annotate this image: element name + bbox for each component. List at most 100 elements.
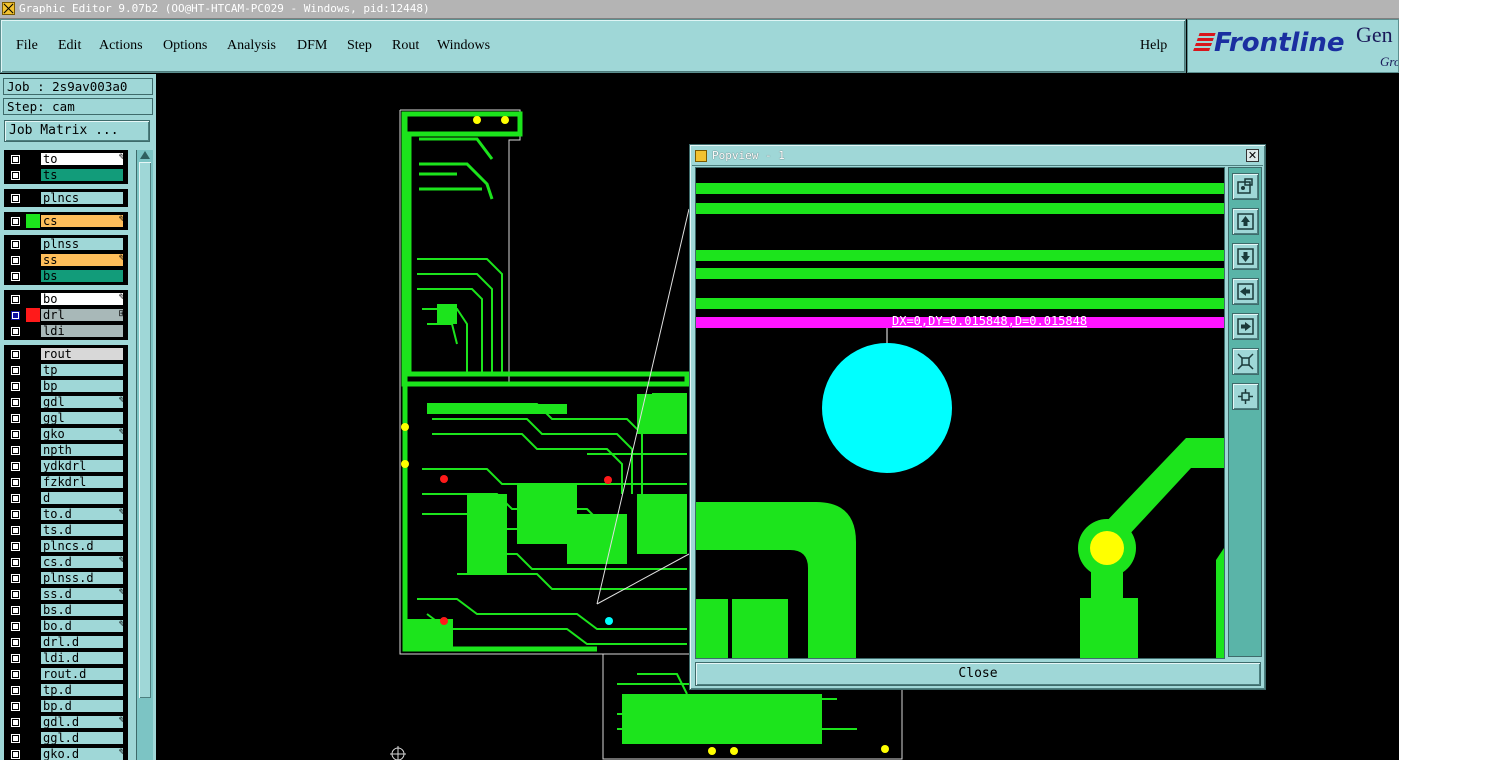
layer-checkbox[interactable]: [10, 509, 21, 520]
layer-row[interactable]: plnss.d: [4, 570, 128, 586]
popview-canvas[interactable]: DX=0,DY=0.015848,D=0.015848: [695, 167, 1225, 659]
layer-row[interactable]: ydkdrl: [4, 458, 128, 474]
layer-checkbox[interactable]: [10, 573, 21, 584]
layer-name[interactable]: plncs.d: [40, 539, 124, 553]
menu-options[interactable]: Options: [163, 38, 207, 54]
layer-checkbox[interactable]: [10, 365, 21, 376]
layer-name[interactable]: fzkdrl: [40, 475, 124, 489]
layer-checkbox[interactable]: [10, 701, 21, 712]
layer-checkbox[interactable]: [10, 637, 21, 648]
layer-row[interactable]: npth: [4, 442, 128, 458]
layer-checkbox[interactable]: [10, 239, 21, 250]
layer-row[interactable]: bo.d ✎: [4, 618, 128, 634]
layer-name[interactable]: bp: [40, 379, 124, 393]
layer-row[interactable]: tp: [4, 362, 128, 378]
pan-up-icon[interactable]: [1232, 208, 1259, 235]
layer-name[interactable]: d: [40, 491, 124, 505]
layer-name[interactable]: gko: [40, 427, 124, 441]
layer-checkbox[interactable]: [10, 429, 21, 440]
layer-name[interactable]: to: [40, 152, 124, 166]
layer-checkbox[interactable]: [10, 653, 21, 664]
layer-name[interactable]: rout: [40, 347, 124, 361]
layer-row[interactable]: to.d ✎: [4, 506, 128, 522]
layer-checkbox[interactable]: [10, 326, 21, 337]
scroll-thumb[interactable]: [139, 162, 151, 698]
menu-file[interactable]: File: [16, 38, 38, 54]
layer-name[interactable]: bo: [40, 292, 124, 306]
popview-zoom-view[interactable]: DX=0,DY=0.015848,D=0.015848: [696, 168, 1224, 658]
pan-left-icon[interactable]: [1232, 278, 1259, 305]
layer-name[interactable]: cs.d: [40, 555, 124, 569]
layer-name[interactable]: ggl: [40, 411, 124, 425]
layer-checkbox[interactable]: [10, 445, 21, 456]
layer-row[interactable]: gko.d ✎: [4, 746, 128, 760]
layer-checkbox[interactable]: [10, 685, 21, 696]
menu-step[interactable]: Step: [347, 38, 372, 54]
layer-row[interactable]: ss.d ✎: [4, 586, 128, 602]
layer-name[interactable]: to.d: [40, 507, 124, 521]
layer-checkbox[interactable]: [10, 271, 21, 282]
layer-row[interactable]: fzkdrl: [4, 474, 128, 490]
layer-checkbox[interactable]: [10, 717, 21, 728]
layer-name[interactable]: npth: [40, 443, 124, 457]
layer-row[interactable]: ss ✎: [4, 252, 128, 268]
layer-row[interactable]: rout.d: [4, 666, 128, 682]
layer-checkbox[interactable]: [10, 413, 21, 424]
job-matrix-button[interactable]: Job Matrix ...: [4, 120, 150, 142]
popview-title-bar[interactable]: Popview - 1 ✕: [692, 147, 1263, 166]
layer-checkbox[interactable]: [10, 170, 21, 181]
menu-actions[interactable]: Actions: [99, 38, 143, 54]
menu-dfm[interactable]: DFM: [297, 38, 327, 54]
scroll-up-icon[interactable]: [140, 151, 150, 159]
layer-name[interactable]: cs: [40, 214, 124, 228]
layer-row[interactable]: gko ✎: [4, 426, 128, 442]
layer-name[interactable]: bo.d: [40, 619, 124, 633]
menu-windows[interactable]: Windows: [437, 38, 490, 54]
layer-row[interactable]: plncs.d: [4, 538, 128, 554]
layer-checkbox[interactable]: [10, 669, 21, 680]
layer-name[interactable]: ss: [40, 253, 124, 267]
layer-list-scrollbar[interactable]: [136, 150, 153, 760]
pan-right-icon[interactable]: [1232, 313, 1259, 340]
layer-checkbox[interactable]: [10, 749, 21, 760]
layer-checkbox[interactable]: [10, 525, 21, 536]
layer-row[interactable]: rout: [4, 346, 128, 362]
layer-row[interactable]: gdl.d ✎: [4, 714, 128, 730]
layer-checkbox[interactable]: [10, 154, 21, 165]
layer-checkbox[interactable]: [10, 557, 21, 568]
layer-row[interactable]: drl ⊞: [4, 307, 128, 323]
layer-checkbox[interactable]: [10, 621, 21, 632]
menu-rout[interactable]: Rout: [392, 38, 419, 54]
zoom-in-icon[interactable]: [1232, 348, 1259, 375]
layer-name[interactable]: drl.d: [40, 635, 124, 649]
layer-checkbox[interactable]: [10, 589, 21, 600]
layer-row[interactable]: gdl ✎: [4, 394, 128, 410]
layer-checkbox[interactable]: [10, 477, 21, 488]
layer-row[interactable]: to ✎: [4, 151, 128, 167]
layer-checkbox[interactable]: [10, 255, 21, 266]
menu-help[interactable]: Help: [1140, 38, 1167, 54]
layer-row[interactable]: ldi.d: [4, 650, 128, 666]
layer-name[interactable]: bp.d: [40, 699, 124, 713]
layer-row[interactable]: cs ✎: [4, 213, 128, 229]
popview-close-button[interactable]: Close: [695, 662, 1261, 686]
layer-name[interactable]: plnss.d: [40, 571, 124, 585]
layer-name[interactable]: plnss: [40, 237, 124, 251]
layer-row[interactable]: drl.d: [4, 634, 128, 650]
layer-name[interactable]: tp: [40, 363, 124, 377]
layer-name[interactable]: ldi: [40, 324, 124, 338]
layer-row[interactable]: bs: [4, 268, 128, 284]
layer-name[interactable]: rout.d: [40, 667, 124, 681]
layer-row[interactable]: ldi: [4, 323, 128, 339]
layer-checkbox[interactable]: [10, 541, 21, 552]
layer-name[interactable]: bs: [40, 269, 124, 283]
app-icon[interactable]: [2, 2, 15, 15]
layer-row[interactable]: bo ✎: [4, 291, 128, 307]
layer-name[interactable]: plncs: [40, 191, 124, 205]
layer-name[interactable]: bs.d: [40, 603, 124, 617]
layer-checkbox[interactable]: [10, 461, 21, 472]
zoom-out-icon[interactable]: [1232, 383, 1259, 410]
layer-row[interactable]: plnss: [4, 236, 128, 252]
layer-name[interactable]: ldi.d: [40, 651, 124, 665]
layer-row[interactable]: ggl.d: [4, 730, 128, 746]
